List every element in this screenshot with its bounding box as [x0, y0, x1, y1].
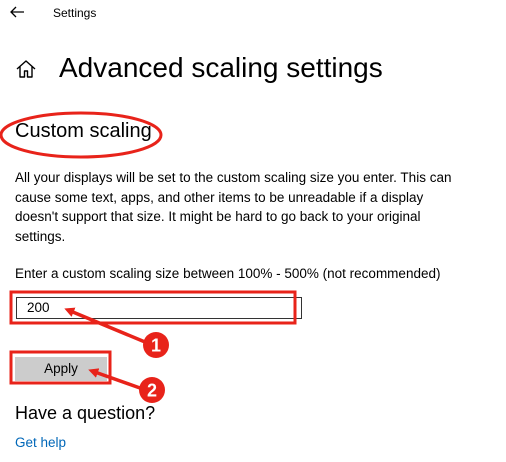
back-arrow-icon[interactable]	[8, 3, 26, 21]
page-title: Advanced scaling settings	[59, 52, 383, 83]
svg-text:2: 2	[147, 381, 157, 401]
custom-scaling-input[interactable]: 200	[16, 297, 302, 319]
get-help-link[interactable]: Get help	[15, 435, 66, 450]
annotation-badge-1: 1	[143, 332, 169, 358]
custom-scaling-description: All your displays will be set to the cus…	[15, 170, 452, 244]
window-title: Settings	[53, 6, 97, 20]
svg-text:1: 1	[151, 336, 161, 356]
help-heading: Have a question?	[15, 403, 156, 423]
apply-button[interactable]: Apply	[15, 357, 107, 381]
custom-scaling-heading: Custom scaling	[15, 120, 152, 142]
home-icon[interactable]	[15, 58, 37, 80]
scaling-input-label: Enter a custom scaling size between 100%…	[15, 266, 441, 281]
annotation-badge-2: 2	[139, 377, 165, 403]
